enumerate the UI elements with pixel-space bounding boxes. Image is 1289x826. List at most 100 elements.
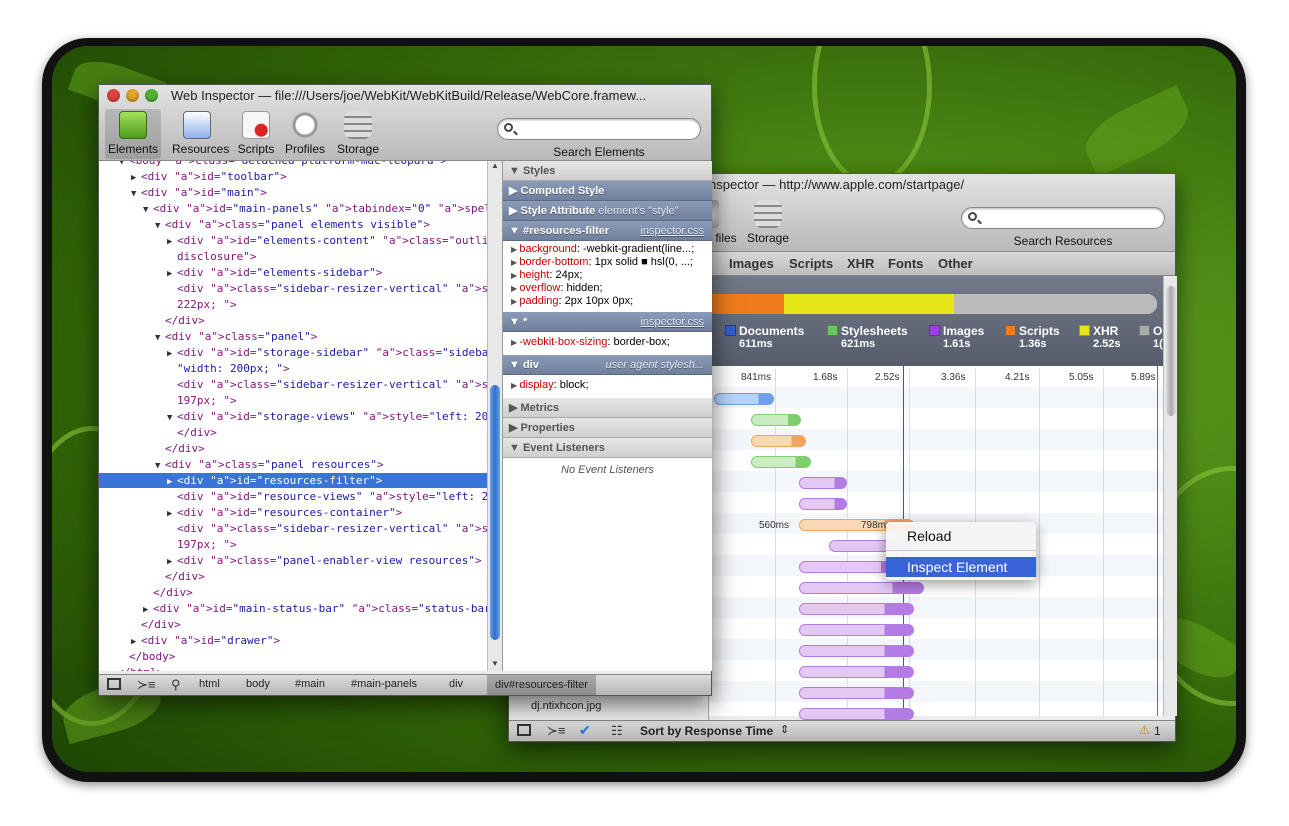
filter-scripts[interactable]: Scripts — [789, 256, 833, 271]
dom-node[interactable]: ▶ <div "a">id="toolbar"> — [131, 169, 287, 184]
timeline-bar[interactable] — [799, 477, 847, 489]
timeline-bar[interactable] — [799, 687, 914, 699]
dom-node[interactable]: 197px; "> — [167, 537, 237, 552]
dom-node[interactable]: ▼ <div "a">id="main"> — [131, 185, 267, 200]
css-property[interactable]: ▶ -webkit-box-sizing: border-box; — [503, 336, 712, 349]
console-icon[interactable]: ≻≡ — [137, 677, 155, 693]
dock-icon[interactable] — [517, 724, 531, 736]
dom-node[interactable]: ▼ <div "a">class="panel"> — [155, 329, 317, 344]
dom-node[interactable]: ▶ <div "a">id="elements-sidebar"> — [167, 265, 382, 280]
dom-node[interactable]: ▼<body "a">class="detached platform-mac-… — [119, 161, 447, 168]
breadcrumb-item[interactable]: #main-panels — [351, 678, 417, 690]
dom-node[interactable]: ▶ <div "a">id="main-status-bar" "a">class… — [143, 601, 487, 616]
menu-item-reload[interactable]: Reload — [886, 526, 1036, 546]
breadcrumb-item[interactable]: html — [199, 678, 220, 690]
dom-node[interactable]: </div> — [155, 313, 205, 328]
legend-item[interactable]: Documents 611ms — [725, 324, 804, 350]
dom-node[interactable]: ▼ <div "a">id="main-panels" "a">tabindex=… — [143, 201, 487, 216]
css-property[interactable]: ▶ border-bottom: 1px solid ■ hsl(0, ...; — [503, 256, 712, 269]
dom-tree[interactable]: ▼<body "a">class="detached platform-mac-… — [99, 161, 487, 671]
console-icon[interactable]: ≻≡ — [547, 723, 565, 739]
dom-node[interactable]: <div "a">id="resource-views" "a">style="… — [167, 489, 487, 504]
rule-resources-filter-header[interactable]: ▼ #resources-filter inspector.css — [503, 221, 712, 241]
dom-node[interactable]: <div "a">class="sidebar-resizer-vertical… — [167, 521, 487, 536]
timeline-bar[interactable] — [799, 708, 914, 720]
properties-header[interactable]: ▶ Properties — [503, 418, 712, 438]
warning-icon[interactable]: ⚠ — [1139, 723, 1150, 737]
timeline-bar[interactable] — [799, 624, 914, 636]
timeline-bar[interactable] — [799, 582, 924, 594]
css-property[interactable]: ▶ padding: 2px 10px 0px; — [503, 295, 712, 308]
toolbar-scripts[interactable]: Scripts — [231, 111, 281, 156]
close-button[interactable] — [107, 89, 120, 102]
timeline-bar[interactable] — [714, 393, 774, 405]
breadcrumb-item[interactable]: div — [449, 678, 463, 690]
legend-item[interactable]: Stylesheets 621ms — [827, 324, 908, 350]
filter-other[interactable]: Other — [938, 256, 973, 271]
menu-item-inspect-element[interactable]: Inspect Element — [886, 557, 1036, 577]
legend-item[interactable]: XHR 2.52s — [1079, 324, 1121, 350]
event-listeners-header[interactable]: ▼ Event Listeners — [503, 438, 712, 458]
timeline-bar[interactable] — [799, 498, 847, 510]
styles-section-header[interactable]: ▼ Styles — [503, 161, 712, 181]
css-property[interactable]: ▶ height: 24px; — [503, 269, 712, 282]
dom-tree-scrollbar[interactable]: ▲ ▼ — [487, 161, 502, 671]
timeline-bar[interactable] — [751, 414, 801, 426]
timeline-bar[interactable] — [799, 666, 914, 678]
toolbar-elements[interactable]: Elements — [108, 111, 158, 156]
resources-scrollbar[interactable] — [1163, 276, 1177, 716]
timeline-bar[interactable] — [751, 435, 806, 447]
scroll-thumb[interactable] — [490, 385, 500, 640]
dom-node[interactable]: <div "a">class="sidebar-resizer-vertical… — [167, 281, 487, 296]
css-property[interactable]: ▶ background: -webkit-gradient(line...; — [503, 243, 712, 256]
dom-node[interactable]: "width: 200px; "> — [167, 361, 290, 376]
magnifier-icon[interactable]: ⚲ — [171, 677, 181, 693]
breadcrumb-item[interactable]: div#resources-filter — [487, 675, 596, 695]
dom-node[interactable]: ▼ <div "a">class="panel resources"> — [155, 457, 384, 472]
dom-node[interactable]: ▶ <div "a">id="elements-content" "a">clas… — [167, 233, 487, 248]
toolbar-profiles[interactable]: Profiles — [280, 111, 330, 156]
style-attribute-header[interactable]: ▶ Style Attribute element's "style" — [503, 201, 712, 221]
dom-node[interactable]: </div> — [167, 425, 217, 440]
rule-div-header[interactable]: ▼ div user agent stylesh... — [503, 355, 712, 375]
timeline-bar[interactable] — [799, 645, 914, 657]
toolbar-storage[interactable]: Storage — [333, 111, 383, 156]
dock-icon[interactable] — [107, 678, 121, 690]
dom-node[interactable]: </div> — [155, 569, 205, 584]
dom-node[interactable]: ▼ <div "a">class="panel elements visible"… — [155, 217, 430, 232]
toolbar-resources[interactable]: Resources — [172, 111, 229, 156]
legend-item[interactable]: O 1( — [1139, 324, 1163, 350]
dom-node[interactable]: </html> — [107, 665, 163, 671]
computed-style-header[interactable]: ▶ Computed Style — [503, 181, 712, 201]
legend-item[interactable]: Scripts 1.36s — [1005, 324, 1060, 350]
dom-node[interactable]: </div> — [143, 585, 193, 600]
resources-search-input[interactable] — [961, 207, 1165, 229]
dom-node[interactable]: disclosure"> — [167, 249, 256, 264]
dom-node[interactable]: ▼ <div "a">id="storage-views" "a">style="… — [167, 409, 487, 424]
dom-node[interactable]: <div "a">class="sidebar-resizer-vertical… — [167, 377, 487, 392]
dom-node[interactable]: </body> — [119, 649, 175, 664]
dom-node[interactable]: </div> — [131, 617, 181, 632]
list-icon[interactable]: ☷ — [611, 723, 623, 739]
breadcrumb-item[interactable]: #main — [295, 678, 325, 690]
css-property[interactable]: ▶ overflow: hidden; — [503, 282, 712, 295]
metrics-header[interactable]: ▶ Metrics — [503, 398, 712, 418]
dom-node[interactable]: ▶ <div "a">class="panel-enabler-view reso… — [167, 553, 482, 568]
toolbar-storage[interactable]: Storage — [743, 200, 793, 245]
timeline-bar[interactable] — [799, 603, 914, 615]
legend-item[interactable]: Images 1.61s — [929, 324, 984, 350]
timeline-bar[interactable] — [751, 456, 811, 468]
css-property[interactable]: ▶ display: block; — [503, 379, 712, 392]
breadcrumb-item[interactable]: body — [246, 678, 270, 690]
sort-select[interactable]: Sort by Response Time — [640, 724, 773, 738]
dom-node[interactable]: ▶ <div "a">id="resources-container"> — [167, 505, 402, 520]
filter-images[interactable]: Images — [729, 256, 774, 271]
dom-node[interactable]: 222px; "> — [167, 297, 237, 312]
rule-universal-header[interactable]: ▼ * inspector.css — [503, 312, 712, 332]
dom-node[interactable]: ▶ <div "a">id="storage-sidebar" "a">class… — [167, 345, 487, 360]
filter-fonts[interactable]: Fonts — [888, 256, 923, 271]
dom-node[interactable]: </div> — [155, 441, 205, 456]
dom-node-selected[interactable]: ▶ <div "a">id="resources-filter"> — [99, 473, 487, 488]
dom-node[interactable]: 197px; "> — [167, 393, 237, 408]
minimize-button[interactable] — [126, 89, 139, 102]
